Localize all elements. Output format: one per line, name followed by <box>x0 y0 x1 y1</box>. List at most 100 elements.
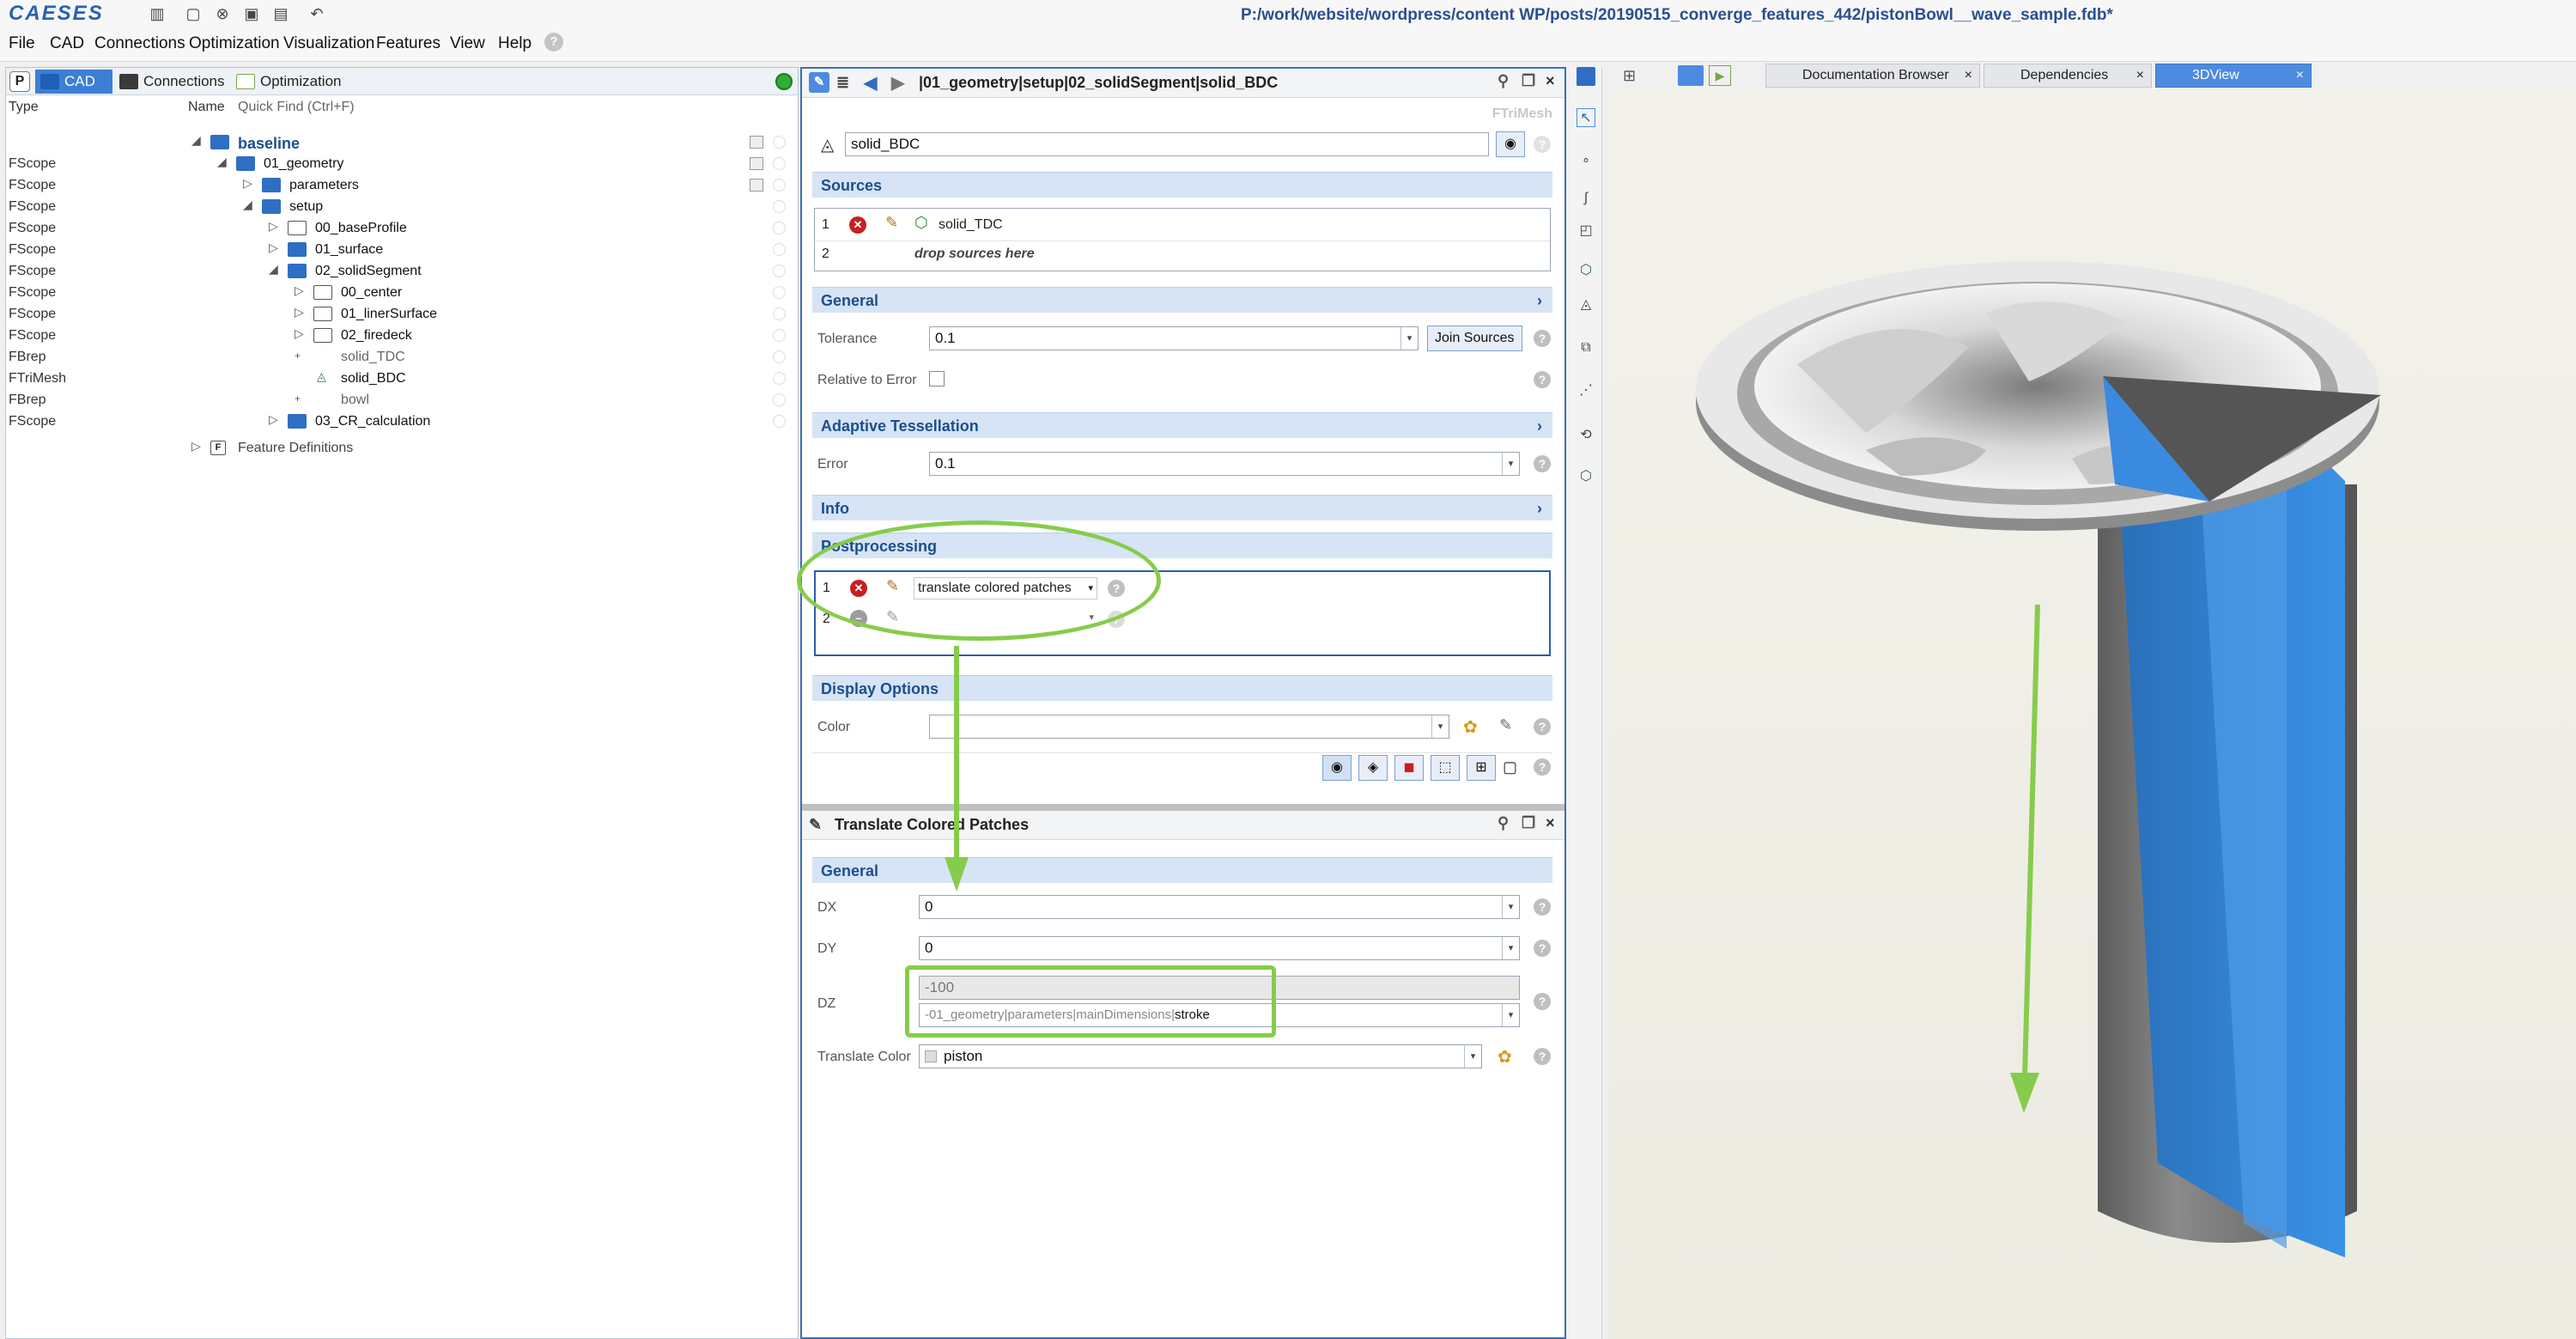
tolerance-input[interactable]: 0.1 ▾ <box>929 326 1419 350</box>
menu-visualization[interactable]: Visualization <box>283 34 374 53</box>
menu-view[interactable]: View <box>450 34 485 53</box>
help-icon[interactable]: ? <box>1534 718 1551 735</box>
section-info[interactable]: Info › <box>812 495 1552 520</box>
pin-p-button[interactable]: P <box>9 71 30 92</box>
list-icon[interactable]: ≣ <box>836 74 849 92</box>
section-display-options[interactable]: Display Options <box>812 675 1552 701</box>
forward-arrow-icon[interactable]: ▶ <box>891 72 904 94</box>
edit-icon[interactable]: ✎ <box>885 214 898 232</box>
tree-row[interactable]: FScope ▷ 02_firedeck <box>6 325 798 346</box>
expand-arrow-icon[interactable]: ▷ <box>269 219 278 234</box>
quick-find-input[interactable]: Quick Find (Ctrl+F) <box>238 100 355 115</box>
visibility-toggle[interactable] <box>750 179 763 192</box>
close-icon[interactable]: × <box>1546 814 1555 832</box>
folder-icon[interactable] <box>1678 65 1704 86</box>
collapse-arrow-icon[interactable]: ◢ <box>269 262 278 277</box>
help-icon[interactable]: ? <box>1534 455 1551 472</box>
expand-arrow-icon[interactable]: ▷ <box>269 412 278 427</box>
search-icon[interactable]: ⚲ <box>1498 72 1509 90</box>
expand-arrow-icon[interactable]: ▷ <box>243 176 252 191</box>
close-project-icon[interactable]: ⊗ <box>213 5 232 22</box>
mesh-button[interactable]: ⊞ <box>1467 755 1496 781</box>
chevron-down-icon[interactable]: ▾ <box>1464 1045 1481 1068</box>
chevron-down-icon[interactable]: ▾ <box>1502 937 1519 959</box>
collapse-arrow-icon[interactable]: ◢ <box>243 198 252 212</box>
chevron-down-icon[interactable]: ▾ <box>1502 896 1519 918</box>
tree-row[interactable]: FBrep + solid_TDC <box>6 346 798 368</box>
help-icon[interactable]: ? <box>1534 898 1551 916</box>
tree-row[interactable]: FScope ◢ setup <box>6 196 798 217</box>
tree-row[interactable]: FTriMesh ◬ solid_BDC <box>6 368 798 389</box>
collapse-arrow-icon[interactable]: ◢ <box>191 133 201 148</box>
back-arrow-icon[interactable]: ◀ <box>864 72 877 94</box>
tree-row[interactable]: FScope ▷ 00_baseProfile <box>6 217 798 239</box>
tree-row[interactable]: FScope ▷ 03_CR_calculation <box>6 411 798 432</box>
help-icon[interactable]: ? <box>1534 758 1551 776</box>
detach-icon[interactable]: ❐ <box>1522 72 1535 90</box>
close-icon[interactable]: × <box>1965 64 1972 87</box>
collapse-arrow-icon[interactable]: ◢ <box>217 155 227 169</box>
tree-row[interactable]: FScope ◢ 01_geometry <box>6 153 798 174</box>
chevron-down-icon[interactable]: ▾ <box>1502 1004 1519 1026</box>
help-icon[interactable]: ? <box>1534 1048 1551 1065</box>
tab-documentation-browser[interactable]: Documentation Browser × <box>1765 64 1980 88</box>
menu-file[interactable]: File <box>9 34 35 53</box>
menu-help[interactable]: Help <box>498 34 532 53</box>
save-as-icon[interactable]: ▤ <box>271 5 290 22</box>
new-file-icon[interactable]: ▢ <box>184 5 203 22</box>
section-adaptive-tessellation[interactable]: Adaptive Tessellation › <box>812 412 1552 438</box>
detach-icon[interactable]: ❐ <box>1522 814 1535 832</box>
surface-icon[interactable]: ◰ <box>1577 222 1595 240</box>
dx-input[interactable]: 0 ▾ <box>919 895 1520 919</box>
layout-grid-icon[interactable]: ⊞ <box>1623 67 1636 85</box>
help-icon[interactable]: ? <box>1534 993 1551 1010</box>
dy-input[interactable]: 0 ▾ <box>919 936 1520 960</box>
transform-icon[interactable]: ⟲ <box>1577 426 1595 445</box>
plus-icon[interactable]: + <box>295 393 301 405</box>
source-solid-tdc[interactable]: solid_TDC <box>939 217 1003 233</box>
select-icon[interactable]: ↖ <box>1577 108 1595 127</box>
tab-optimization[interactable]: Optimization <box>231 70 351 94</box>
menu-features[interactable]: Features <box>376 34 440 53</box>
close-icon[interactable]: × <box>2296 64 2304 87</box>
palette-icon[interactable]: ✿ <box>1498 1046 1512 1068</box>
help-icon[interactable]: ? <box>1534 136 1551 153</box>
join-sources-button[interactable]: Join Sources <box>1427 326 1522 351</box>
tree-row[interactable]: FBrep + bowl <box>6 389 798 411</box>
edit-icon[interactable]: ✎ <box>1499 716 1512 734</box>
menu-cad[interactable]: CAD <box>50 34 84 53</box>
palette-icon[interactable]: ✿ <box>1463 716 1478 738</box>
pin-icon[interactable]: ✎ <box>809 72 829 93</box>
green-feature-icon[interactable]: ⬡ <box>1577 467 1595 486</box>
drop-sources-placeholder[interactable]: drop sources here <box>914 246 1035 262</box>
surface-button[interactable]: ◈ <box>1358 755 1388 781</box>
mesh-icon[interactable]: ◬ <box>1577 295 1595 314</box>
solid-button[interactable]: ◼ <box>1394 755 1424 781</box>
translate-color-select[interactable]: piston ▾ <box>919 1044 1482 1068</box>
section-translate-general[interactable]: General <box>812 857 1552 883</box>
shaded-eye-button[interactable]: ◉ <box>1322 755 1352 781</box>
expand-arrow-icon[interactable]: ▷ <box>191 439 201 453</box>
save-icon[interactable]: ▣ <box>242 5 261 22</box>
tree-row[interactable]: ▷ F Feature Definitions <box>6 437 798 459</box>
outline-button[interactable]: ▢ <box>1503 758 1517 776</box>
chevron-down-icon[interactable]: ▾ <box>1431 715 1449 738</box>
help-icon[interactable]: ? <box>544 33 563 52</box>
expand-arrow-icon[interactable]: ▷ <box>269 240 278 255</box>
tab-dependencies[interactable]: Dependencies × <box>1984 64 2152 88</box>
help-icon[interactable]: ? <box>1534 371 1551 388</box>
close-icon[interactable]: × <box>2136 64 2144 87</box>
menu-optimization[interactable]: Optimization <box>189 34 280 53</box>
visibility-eye-button[interactable]: ◉ <box>1496 131 1525 157</box>
curve-icon[interactable]: ∫ <box>1577 189 1595 208</box>
layout-icon[interactable]: ▥ <box>148 5 167 22</box>
visibility-toggle[interactable] <box>750 136 763 149</box>
undo-icon[interactable]: ↶ <box>307 5 326 22</box>
section-sources[interactable]: Sources <box>812 172 1552 198</box>
expand-arrow-icon[interactable]: ▷ <box>295 283 304 298</box>
edges-button[interactable]: ⬚ <box>1431 755 1460 781</box>
folder-icon[interactable] <box>1577 67 1595 86</box>
dots-icon[interactable]: ⋰ <box>1577 381 1595 400</box>
tab-connections[interactable]: Connections <box>114 70 226 94</box>
chevron-down-icon[interactable]: ▾ <box>1502 453 1519 475</box>
